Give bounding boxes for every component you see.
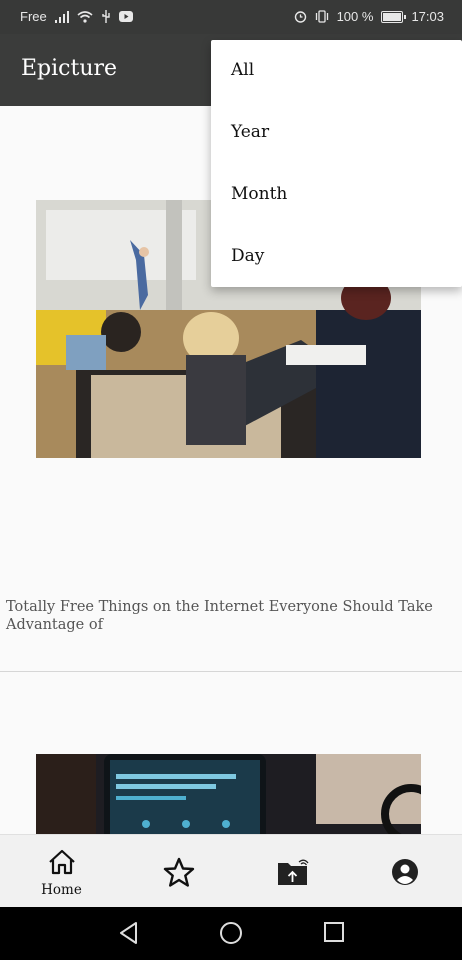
usb-icon — [102, 10, 110, 23]
youtube-icon — [118, 11, 133, 22]
clock: 17:03 — [411, 9, 444, 24]
status-bar: Free 100 % 17:03 — [0, 0, 462, 34]
vibrate-icon — [315, 10, 328, 23]
account-icon — [392, 859, 418, 885]
menu-item-year[interactable]: Year — [231, 122, 269, 142]
battery-icon — [381, 10, 407, 23]
nav-favorites[interactable] — [122, 835, 237, 908]
menu-item-month[interactable]: Month — [231, 184, 287, 204]
star-icon — [163, 857, 195, 887]
battery-percent: 100 % — [336, 9, 374, 24]
back-icon[interactable] — [118, 921, 140, 945]
nav-upload[interactable] — [235, 835, 350, 908]
app-title: Epicture — [21, 56, 118, 81]
system-navigation-bar — [0, 907, 462, 960]
home-icon — [49, 849, 75, 875]
bottom-navigation: Home — [0, 834, 462, 908]
carrier-label: Free — [20, 9, 47, 24]
post-divider — [0, 671, 462, 672]
post-image[interactable] — [36, 754, 421, 834]
recents-icon[interactable] — [323, 921, 345, 943]
wifi-icon — [77, 10, 93, 23]
nav-home-label: Home — [41, 882, 82, 898]
menu-item-day[interactable]: Day — [231, 246, 264, 266]
post-title[interactable]: Totally Free Things on the Internet Ever… — [6, 598, 456, 634]
signal-icon — [54, 10, 69, 23]
menu-item-all[interactable]: All — [231, 60, 254, 80]
nav-account[interactable] — [347, 835, 462, 908]
filter-menu: All Year Month Day — [211, 40, 462, 287]
nav-home[interactable]: Home — [4, 835, 119, 908]
alarm-icon — [294, 11, 306, 23]
upload-folder-icon — [278, 859, 309, 885]
home-circle-icon[interactable] — [219, 921, 243, 945]
